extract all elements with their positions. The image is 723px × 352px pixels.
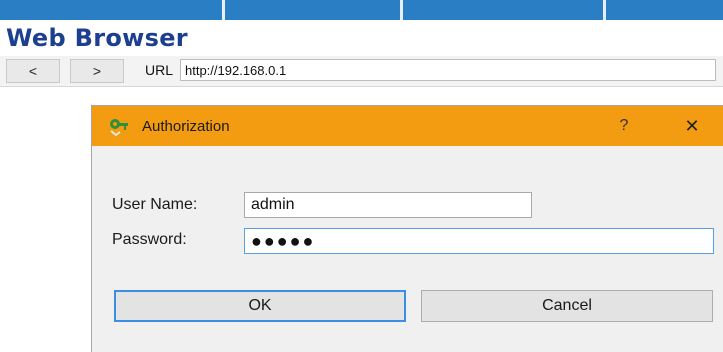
dialog-header: Authorization ? ✕ (92, 106, 723, 146)
url-input[interactable] (180, 59, 716, 81)
tab-strip (0, 0, 723, 20)
nav-bar: < > URL (0, 56, 723, 87)
tab-segment (0, 0, 225, 20)
back-button[interactable]: < (6, 59, 60, 83)
title-bar: Web Browser (0, 20, 723, 56)
ok-button[interactable]: OK (114, 290, 406, 322)
close-icon[interactable]: ✕ (680, 114, 704, 138)
tab-segment (403, 0, 606, 20)
help-button[interactable]: ? (614, 116, 634, 136)
dialog-title: Authorization (142, 118, 230, 135)
password-value: ●●●●● (251, 231, 316, 251)
forward-button[interactable]: > (70, 59, 124, 83)
password-label: Password: (112, 231, 187, 248)
window-title: Web Browser (6, 24, 188, 52)
cancel-button[interactable]: Cancel (421, 290, 713, 322)
tab-segment (225, 0, 403, 20)
username-input[interactable] (244, 192, 532, 218)
password-input[interactable]: ●●●●● (244, 228, 714, 254)
key-icon (108, 115, 130, 137)
authorization-dialog: Authorization ? ✕ User Name: Password: ●… (91, 105, 723, 352)
url-label: URL (145, 62, 174, 78)
username-label: User Name: (112, 196, 198, 213)
